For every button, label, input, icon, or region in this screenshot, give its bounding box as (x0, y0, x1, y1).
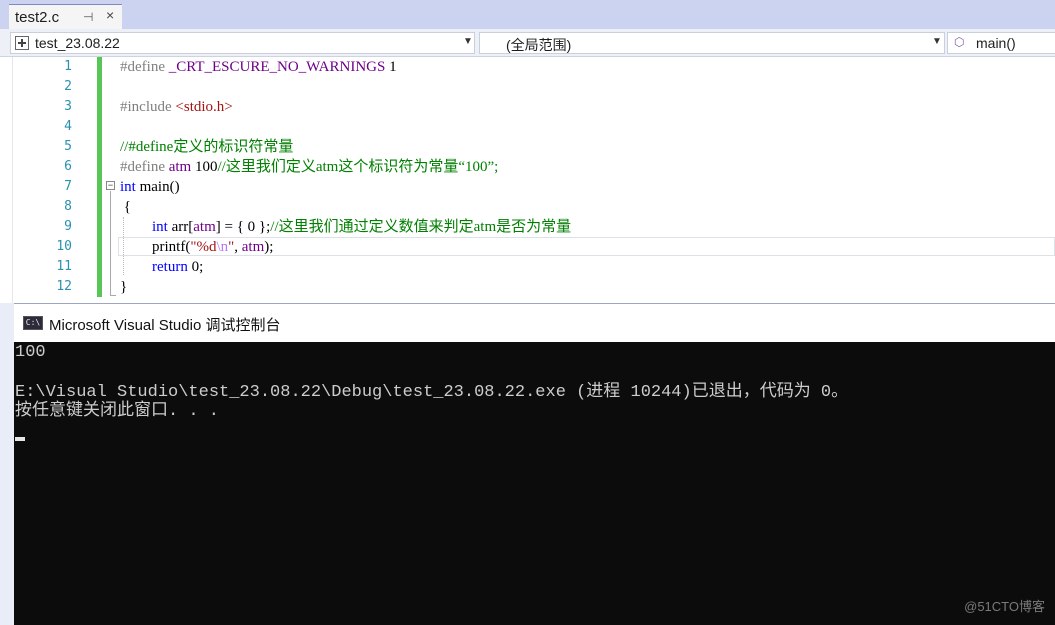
code-line-2: 2 (0, 77, 1055, 97)
scope-dropdown[interactable]: (全局范围) ▼ (479, 32, 945, 54)
tab-test2-c[interactable]: test2.c ⊣ × (9, 4, 122, 29)
code-line-1: 1 #define _CRT_ESCURE_NO_WARNINGS 1 (0, 57, 1055, 77)
brace: } (120, 279, 128, 295)
keyword: return (152, 259, 188, 275)
code-line-7: 7 int main() (0, 177, 1055, 197)
chevron-down-icon: ▼ (932, 36, 942, 47)
document-tab-bar: test2.c ⊣ × (0, 0, 1055, 29)
code-line-12: 12 } (0, 277, 1055, 297)
line-number: 12 (56, 279, 72, 294)
console-output-line: 100 (15, 343, 46, 362)
macro-value: 1 (385, 59, 397, 75)
project-icon (15, 36, 29, 50)
line-number: 4 (64, 119, 72, 134)
directive: #define (120, 59, 169, 75)
code-text: ); (264, 239, 274, 255)
macro-name: _CRT_ESCURE_NO_WARNINGS (168, 59, 386, 75)
pin-icon[interactable]: ⊣ (83, 10, 93, 24)
debug-console-window[interactable]: C:\ Microsoft Visual Studio 调试控制台 100 E:… (14, 303, 1055, 625)
line-number: 3 (64, 99, 72, 114)
macro-name: atm (193, 219, 216, 235)
watermark: @51CTO博客 (964, 599, 1045, 614)
macro-name: atm (168, 159, 192, 175)
code-text: printf( (152, 239, 191, 255)
code-line-6: 6 #define atm 100//这里我们定义atm这个标识符为常量“100… (0, 157, 1055, 177)
directive: #include (120, 99, 176, 115)
project-dropdown[interactable]: test_23.08.22 ▼ (10, 32, 475, 54)
line-number: 7 (64, 179, 72, 194)
macro-value: 100 (191, 159, 218, 175)
function-cube-icon: ⬡ (954, 35, 965, 49)
line-number: 10 (56, 239, 72, 254)
string: "%d (190, 239, 217, 255)
tab-label: test2.c (15, 9, 60, 26)
comment: //这里我们通过定义数值来判定atm是否为常量 (270, 219, 572, 235)
project-dropdown-value: test_23.08.22 (35, 35, 120, 51)
line-number: 6 (64, 159, 72, 174)
code-line-4: 4 (0, 117, 1055, 137)
function-dropdown-value: main() (976, 35, 1016, 51)
chevron-down-icon: ▼ (463, 36, 473, 47)
code-line-3: 3 #include <stdio.h> (0, 97, 1055, 117)
navigation-bar: test_23.08.22 ▼ (全局范围) ▼ ⬡ main() (0, 29, 1055, 57)
macro-name: atm (241, 239, 265, 255)
code-text: 0; (187, 259, 204, 275)
line-number: 5 (64, 139, 72, 154)
line-number: 9 (64, 219, 72, 234)
code-text: , (234, 239, 242, 255)
code-text: arr[ (167, 219, 194, 235)
close-icon[interactable]: × (106, 7, 114, 23)
line-number: 1 (64, 59, 72, 74)
code-line-11: 11 return 0; (0, 257, 1055, 277)
function-signature: main() (135, 179, 180, 195)
escape-sequence: \n (216, 239, 229, 255)
console-title-bar[interactable]: C:\ Microsoft Visual Studio 调试控制台 (14, 303, 1055, 342)
keyword: int (120, 179, 136, 195)
scope-dropdown-value: (全局范围) (506, 37, 572, 53)
directive: #define (120, 159, 169, 175)
function-dropdown[interactable]: ⬡ main() (947, 32, 1055, 54)
comment: //#define定义的标识符常量 (120, 139, 294, 155)
include-path: <stdio.h> (175, 99, 233, 115)
line-number: 11 (56, 259, 72, 274)
console-output-line: E:\Visual Studio\test_23.08.22\Debug\tes… (15, 383, 849, 402)
code-editor[interactable]: − 1 #define _CRT_ESCURE_NO_WARNINGS 1 2 … (0, 57, 1055, 303)
code-line-8: 8 { (0, 197, 1055, 217)
code-text: ] = { 0 }; (215, 219, 271, 235)
comment: //这里我们定义atm这个标识符为常量“100”; (217, 159, 499, 175)
brace: { (120, 199, 131, 215)
console-title: Microsoft Visual Studio 调试控制台 (49, 317, 281, 334)
console-app-icon: C:\ (23, 316, 43, 330)
keyword: int (152, 219, 168, 235)
code-line-9: 9 int arr[atm] = { 0 };//这里我们通过定义数值来判定at… (0, 217, 1055, 237)
line-number: 8 (64, 199, 72, 214)
text-cursor (15, 437, 25, 441)
line-number: 2 (64, 79, 72, 94)
code-line-5: 5 //#define定义的标识符常量 (0, 137, 1055, 157)
code-line-10: 10 printf("%d\n", atm); (0, 237, 1055, 257)
console-output-line: 按任意键关闭此窗口. . . (15, 402, 220, 421)
